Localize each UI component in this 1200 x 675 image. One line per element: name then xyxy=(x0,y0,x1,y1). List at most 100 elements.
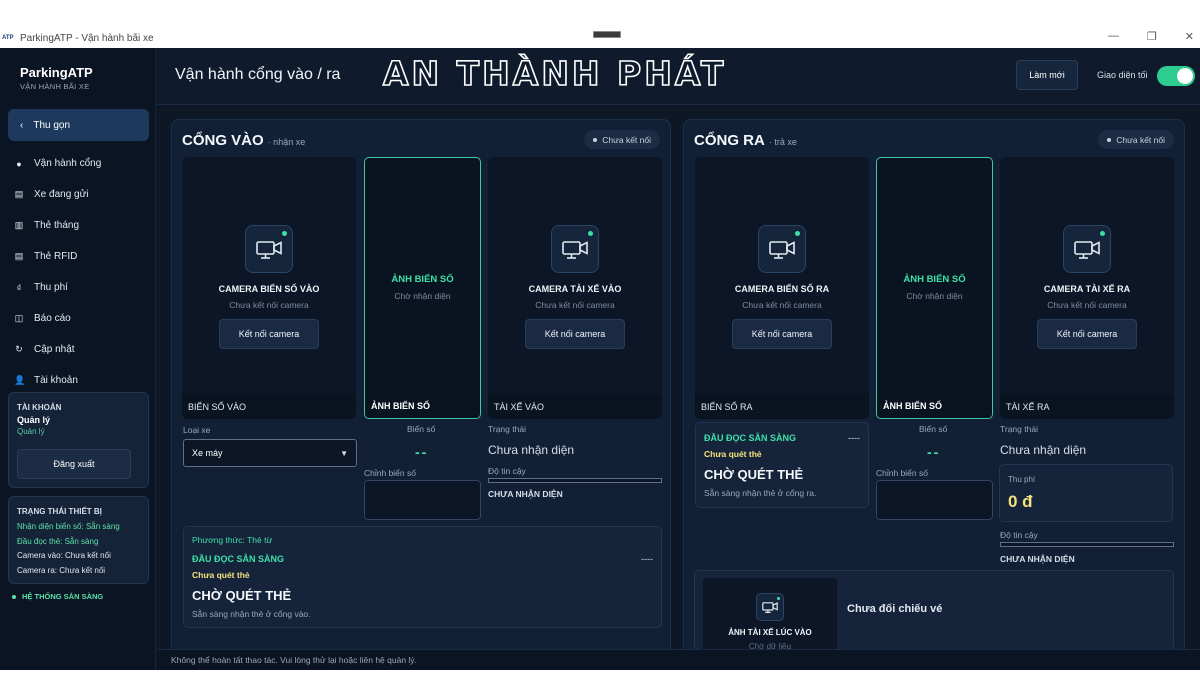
sidebar-item-label: Tài khoản xyxy=(34,375,78,386)
sidebar-item-monthly-cards[interactable]: ▥ Thẻ tháng xyxy=(14,210,101,241)
camera-icon xyxy=(756,593,784,621)
sidebar-item-label: Xe đang gửi xyxy=(34,189,89,200)
confidence-label: Độ tin cậy xyxy=(1000,530,1038,540)
account-icon: 👤 xyxy=(14,375,26,385)
gate-out-panel: CỔNG RA · trả xe Chưa kết nối CAMERA BIỂN… xyxy=(683,119,1185,659)
gate-out-status-badge: Chưa kết nối xyxy=(1098,130,1174,149)
plate-image-footer: ẢNH BIỂN SỐ xyxy=(365,393,480,418)
gate-in-subtitle: · nhận xe xyxy=(267,137,306,147)
gate-out-driver-camera: CAMERA TÀI XẾ RA Chưa kết nối camera Kết… xyxy=(1000,157,1174,419)
reader-warning: Chưa quét thẻ xyxy=(704,449,762,459)
maximize-icon[interactable]: ❐ xyxy=(1147,30,1157,43)
state-label: Trạng thái xyxy=(488,424,526,434)
account-name: Quản lý xyxy=(17,415,51,425)
online-dot-icon xyxy=(777,597,780,600)
header: Vận hành cổng vào / ra AN THÀNH PHÁT Làm… xyxy=(157,48,1200,105)
brand-name: ParkingATP xyxy=(20,65,93,80)
vehicle-type-label: Loại xe xyxy=(183,425,211,435)
account-card: TÀI KHOẢN Quản lý Quản lý Đăng xuất xyxy=(8,392,149,488)
window-drag-handle[interactable] xyxy=(593,31,621,38)
camera-icon xyxy=(1063,225,1111,273)
report-icon: ◫ xyxy=(14,313,24,323)
device-status-card: TRẠNG THÁI THIẾT BỊ Nhận diện biển số: S… xyxy=(8,496,149,584)
online-dot-icon xyxy=(795,231,800,236)
edit-plate-label: Chỉnh biển số xyxy=(876,468,928,478)
sidebar-item-fees[interactable]: ₫ Thu phí xyxy=(14,272,101,303)
page-title: Vận hành cổng vào / ra xyxy=(175,66,341,83)
gate-out-status-text: Chưa kết nối xyxy=(1116,134,1165,145)
gate-out-plate-camera: CAMERA BIỂN SỐ RA Chưa kết nối camera Kế… xyxy=(695,157,869,419)
reader-method: Phương thức: Thẻ từ xyxy=(192,535,273,545)
connect-camera-button[interactable]: Kết nối camera xyxy=(732,319,832,349)
update-icon: ↻ xyxy=(15,344,23,354)
plate-image-status: Chờ nhận diện xyxy=(906,291,963,301)
camera-status: Chưa kết nối camera xyxy=(1047,300,1127,310)
vehicle-type-select[interactable]: Xe máy ▼ xyxy=(183,439,357,467)
camera-icon xyxy=(758,225,806,273)
sidebar-item-label: Cập nhật xyxy=(34,344,75,355)
camera-icon xyxy=(245,225,293,273)
gate-in-title: CỔNG VÀO · nhận xe xyxy=(182,132,305,149)
collapse-label: Thu gọn xyxy=(33,119,71,131)
status-dot-icon xyxy=(593,137,598,142)
status-dot-icon xyxy=(1107,137,1112,142)
camera-name: CAMERA TÀI XẾ RA xyxy=(1043,284,1131,294)
device-status-line: Camera vào: Chưa kết nối xyxy=(17,551,111,560)
connect-camera-button[interactable]: Kết nối camera xyxy=(219,319,319,349)
reader-main-status: CHỜ QUÉT THẺ xyxy=(704,467,804,482)
online-dot-icon xyxy=(282,231,287,236)
device-status-line: Camera ra: Chưa kết nối xyxy=(17,565,106,575)
gate-in-driver-camera: CAMERA TÀI XẾ VÀO Chưa kết nối camera Kế… xyxy=(488,157,662,419)
reader-warning: Chưa quét thẻ xyxy=(192,570,250,580)
connect-camera-button[interactable]: Kết nối camera xyxy=(525,319,625,349)
sidebar-item-gate[interactable]: ● Vận hành cổng xyxy=(14,148,101,179)
fee-label: Thu phí xyxy=(1008,475,1036,484)
edit-plate-input[interactable] xyxy=(876,480,993,520)
plate-image-title: ẢNH BIỂN SỐ xyxy=(391,274,454,285)
plate-label: Biển số xyxy=(919,424,948,434)
camera-name: CAMERA TÀI XẾ VÀO xyxy=(528,284,622,294)
gate-in-title-text: CỔNG VÀO xyxy=(182,132,264,149)
compare-status: Chưa đối chiếu vé xyxy=(847,603,943,615)
dark-mode-toggle[interactable] xyxy=(1157,66,1195,86)
camera-name: CAMERA BIỂN SỐ RA xyxy=(734,284,830,294)
sidebar-item-reports[interactable]: ◫ Báo cáo xyxy=(14,303,101,334)
sidebar-item-label: Vận hành cổng xyxy=(34,158,102,169)
system-status: HỆ THỐNG SẴN SÀNG xyxy=(12,592,103,601)
fee-icon: ₫ xyxy=(16,282,22,293)
sidebar-item-label: Báo cáo xyxy=(34,313,71,324)
app-root: ParkingATP VẬN HÀNH BÃI XE ‹ Thu gọn ● V… xyxy=(0,48,1200,670)
logout-button[interactable]: Đăng xuất xyxy=(17,449,131,479)
vehicle-icon: ▤ xyxy=(14,189,24,199)
sidebar: ParkingATP VẬN HÀNH BÃI XE ‹ Thu gọn ● V… xyxy=(0,48,156,670)
online-dot-icon xyxy=(588,231,593,236)
reader-note: Sẵn sàng nhận thẻ ở cổng vào. xyxy=(192,609,311,619)
reader-title: ĐẦU ĐỌC SẴN SÀNG xyxy=(192,554,285,564)
reader-card-id: ---- xyxy=(848,433,860,443)
sidebar-item-update[interactable]: ↻ Cập nhật xyxy=(14,334,101,365)
edit-plate-input[interactable] xyxy=(364,480,481,520)
refresh-button[interactable]: Làm mới xyxy=(1016,60,1078,90)
thumbnail-label: ẢNH TÀI XẾ LÚC VÀO xyxy=(728,628,812,637)
gate-in-card-reader: Phương thức: Thẻ từ ĐẦU ĐỌC SẴN SÀNG ---… xyxy=(183,526,662,628)
device-status-line: Đầu đọc thẻ: Sẵn sàng xyxy=(17,536,99,546)
device-status-title: TRẠNG THÁI THIẾT BỊ xyxy=(17,507,102,516)
sidebar-item-vehicles[interactable]: ▤ Xe đang gửi xyxy=(14,179,101,210)
fee-value: 0 đ xyxy=(1008,492,1033,511)
camera-status: Chưa kết nối camera xyxy=(742,300,822,310)
window-titlebar: ATP ParkingATP - Vận hành bãi xe — ❐ ✕ xyxy=(0,28,1200,48)
sidebar-item-rfid[interactable]: ▤ Thẻ RFID xyxy=(14,241,101,272)
confidence-bar xyxy=(488,478,662,483)
sidebar-item-label: Thu phí xyxy=(34,282,68,293)
edit-plate-label: Chỉnh biển số xyxy=(364,468,416,478)
gate-in-plate-camera: CAMERA BIỂN SỐ VÀO Chưa kết nối camera K… xyxy=(182,157,356,419)
plate-value: -- xyxy=(415,444,429,460)
collapse-sidebar-button[interactable]: ‹ Thu gọn xyxy=(8,109,149,141)
gate-out-plate-image: ẢNH BIỂN SỐ Chờ nhận diện ẢNH BIỂN SỐ xyxy=(876,157,993,419)
close-icon[interactable]: ✕ xyxy=(1185,30,1194,43)
camera-footer-label: BIỂN SỐ RA xyxy=(695,394,869,419)
connect-camera-button[interactable]: Kết nối camera xyxy=(1037,319,1137,349)
minimize-icon[interactable]: — xyxy=(1108,30,1119,43)
window-controls: — ❐ ✕ xyxy=(1108,30,1194,43)
camera-status: Chưa kết nối camera xyxy=(229,300,309,310)
